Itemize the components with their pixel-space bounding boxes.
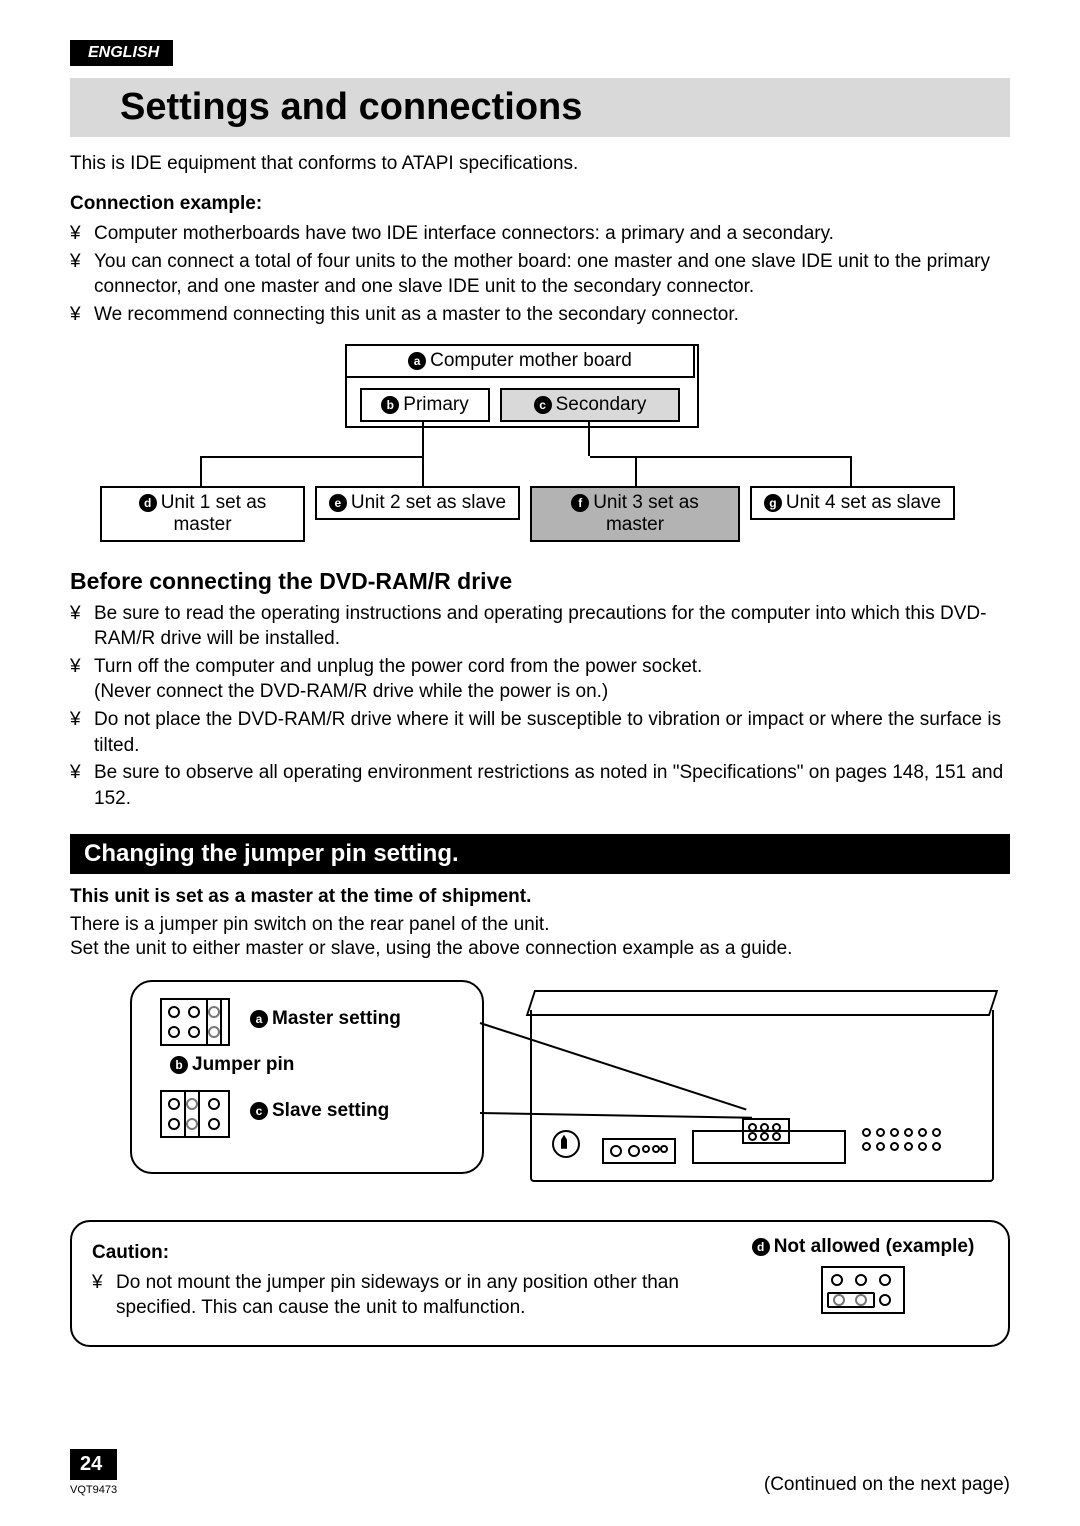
jumper-pin-label: Jumper pin	[192, 1054, 294, 1075]
page-number: 24	[70, 1449, 117, 1480]
diagram-motherboard: aComputer mother board	[345, 344, 695, 378]
diagram-label: Primary	[403, 394, 468, 415]
bullet: Turn off the computer and unplug the pow…	[70, 654, 1010, 705]
diagram-label: Computer mother board	[430, 350, 632, 371]
bullet: Computer motherboards have two IDE inter…	[70, 221, 1010, 247]
badge-icon: f	[571, 494, 589, 512]
diagram-primary: bPrimary	[360, 388, 490, 422]
continued-note: (Continued on the next page)	[764, 1474, 1010, 1496]
connection-example-heading: Connection example:	[70, 193, 1010, 215]
page-footer: 24 VQT9473 (Continued on the next page)	[70, 1449, 1010, 1496]
diagram-secondary: cSecondary	[500, 388, 680, 422]
diagram-unit: dUnit 1 set as master	[100, 486, 305, 542]
sub-note: (Never connect the DVD-RAM/R drive while…	[94, 681, 608, 702]
badge-icon: g	[764, 494, 782, 512]
caution-box: Caution: Do not mount the jumper pin sid…	[70, 1220, 1010, 1347]
page-title: Settings and connections	[120, 86, 1002, 129]
not-allowed-pins-icon	[821, 1266, 905, 1314]
diagram-label: Unit 1 set as master	[161, 492, 267, 535]
device-rear-panel-icon	[530, 1010, 994, 1182]
before-connecting-heading: Before connecting the DVD-RAM/R drive	[70, 568, 1010, 595]
bullet: Do not place the DVD-RAM/R drive where i…	[70, 707, 1010, 758]
language-badge: ENGLISH	[70, 40, 173, 66]
bullet: You can connect a total of four units to…	[70, 249, 1010, 300]
badge-icon: d	[139, 494, 157, 512]
diagram-unit: fUnit 3 set as master	[530, 486, 740, 542]
diagram-label: Secondary	[556, 394, 647, 415]
diagram-unit: gUnit 4 set as slave	[750, 486, 955, 520]
badge-icon: b	[170, 1056, 188, 1074]
caution-bullet: Do not mount the jumper pin sideways or …	[92, 1270, 718, 1321]
doc-code: VQT9473	[70, 1484, 117, 1496]
badge-icon: c	[250, 1102, 268, 1120]
bullet: We recommend connecting this unit as a m…	[70, 302, 1010, 328]
badge-icon: a	[408, 352, 426, 370]
badge-icon: a	[250, 1010, 268, 1028]
jumper-bold-line: This unit is set as a master at the time…	[70, 886, 1010, 908]
jumper-slave-label: Slave setting	[272, 1100, 389, 1121]
diagram-unit: eUnit 2 set as slave	[315, 486, 520, 520]
intro-text: This is IDE equipment that conforms to A…	[70, 153, 1010, 175]
diagram-label: Unit 4 set as slave	[786, 492, 941, 513]
caution-heading: Caution:	[92, 1242, 718, 1264]
badge-icon: e	[329, 494, 347, 512]
section-heading-band: Changing the jumper pin setting.	[70, 834, 1010, 874]
diagram-label: Unit 3 set as master	[593, 492, 699, 535]
bullet: Be sure to observe all operating environ…	[70, 760, 1010, 811]
badge-icon: d	[752, 1238, 770, 1256]
title-bar: Settings and connections	[70, 78, 1010, 137]
bullet: Be sure to read the operating instructio…	[70, 601, 1010, 652]
badge-icon: b	[381, 396, 399, 414]
connection-diagram: aComputer mother board bPrimary cSeconda…	[100, 344, 980, 544]
jumper-diagram: aMaster setting bJumper pin cSlave setti…	[130, 980, 1010, 1200]
jumper-line-2: There is a jumper pin switch on the rear…	[70, 914, 1010, 936]
diagram-label: Unit 2 set as slave	[351, 492, 506, 513]
badge-icon: c	[534, 396, 552, 414]
connection-example-list: Computer motherboards have two IDE inter…	[70, 221, 1010, 328]
jumper-master-label: Master setting	[272, 1008, 401, 1029]
before-connecting-list: Be sure to read the operating instructio…	[70, 601, 1010, 812]
jumper-line-3: Set the unit to either master or slave, …	[70, 938, 1010, 960]
not-allowed-label: Not allowed (example)	[774, 1236, 975, 1257]
